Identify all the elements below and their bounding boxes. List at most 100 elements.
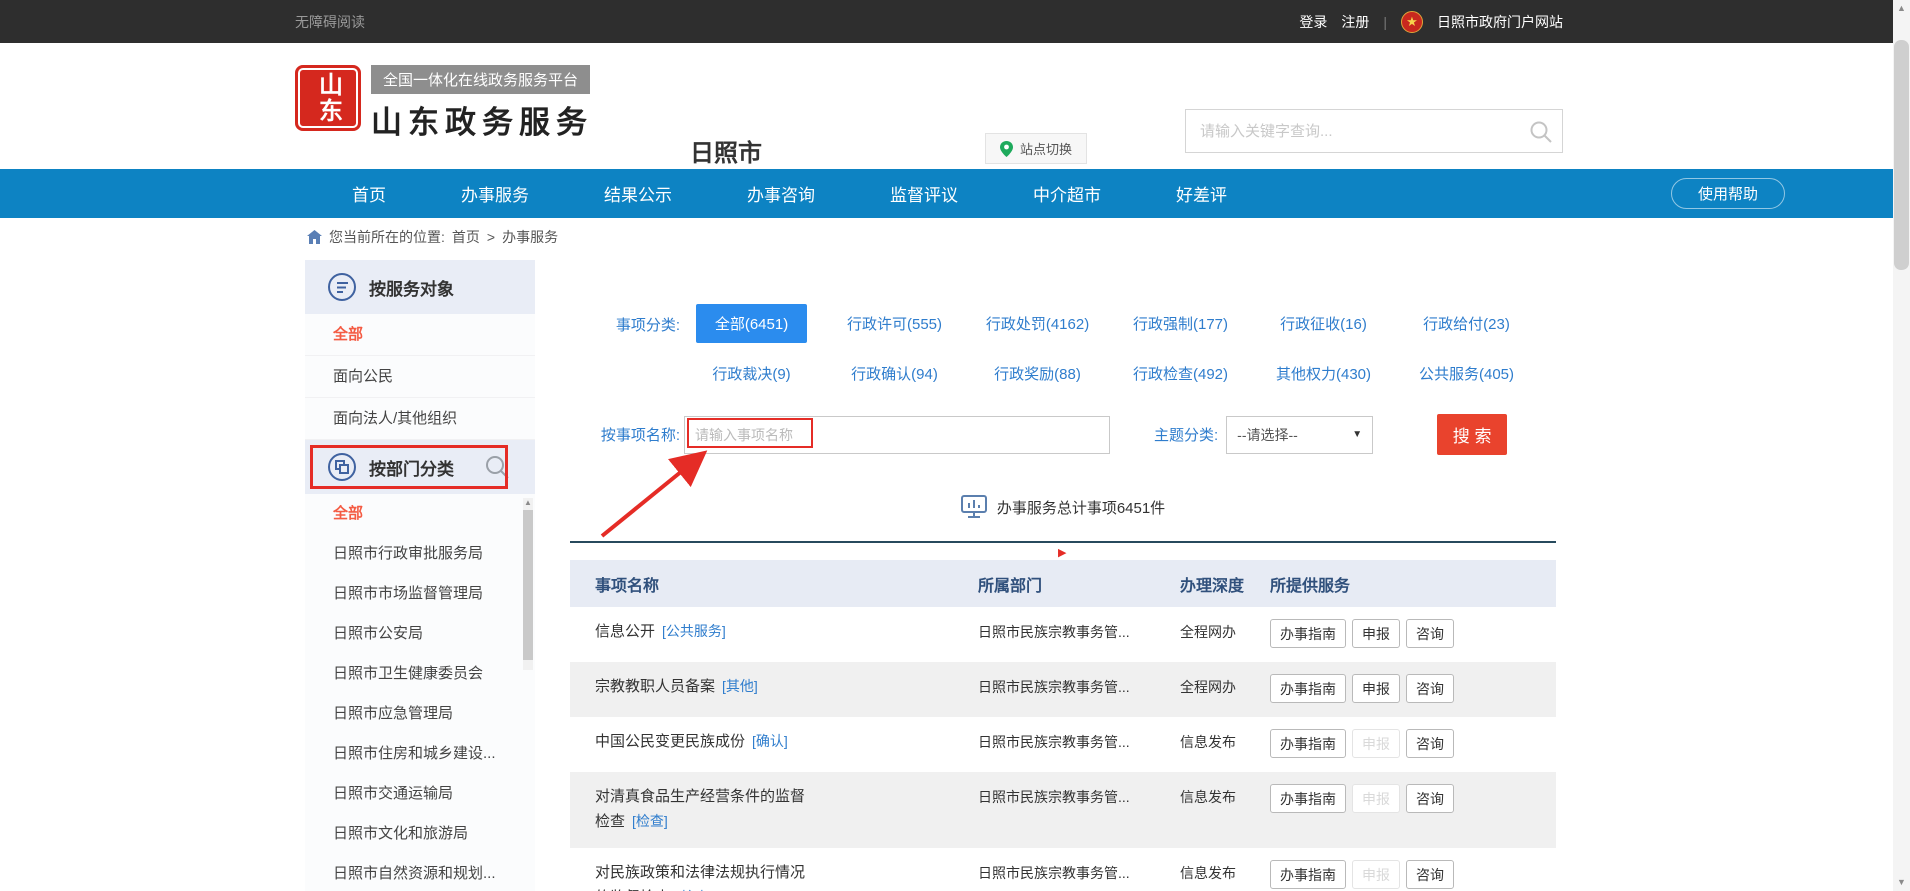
- item-name[interactable]: 对民族政策和法律法规执行情况的监督检查: [595, 864, 805, 891]
- help-button[interactable]: 使用帮助: [1671, 178, 1785, 209]
- sidebar-dept-public-security[interactable]: 日照市公安局: [305, 614, 535, 654]
- sidebar-scrollbar-thumb[interactable]: [523, 510, 533, 660]
- breadcrumb-separator: >: [487, 229, 495, 245]
- nav-agency-market[interactable]: 中介超市: [1033, 181, 1101, 206]
- chevron-down-icon: ▼: [1352, 429, 1362, 440]
- item-department: 日照市民族宗教事务管...: [978, 860, 1180, 887]
- sidebar-dept-natural-resources[interactable]: 日照市自然资源和规划...: [305, 854, 535, 891]
- apply-button[interactable]: 申报: [1352, 674, 1400, 703]
- sidebar-dept-transport[interactable]: 日照市交通运输局: [305, 774, 535, 814]
- table-row: 宗教教职人员备案[其他] 日照市民族宗教事务管... 全程网办 办事指南 申报 …: [570, 662, 1556, 717]
- section-title: 按服务对象: [369, 275, 454, 300]
- site-switch-button[interactable]: 站点切换: [985, 133, 1087, 164]
- guide-button[interactable]: 办事指南: [1270, 674, 1346, 703]
- item-name[interactable]: 宗教教职人员备案: [595, 678, 715, 695]
- category-tab-reward[interactable]: 行政奖励(88): [994, 363, 1081, 384]
- nav-services[interactable]: 办事服务: [461, 181, 529, 206]
- item-tag-link[interactable]: [其他]: [722, 678, 758, 694]
- site-header: 山东 全国一体化在线政务服务平台 山东政务服务 日照市 站点切换: [0, 43, 1893, 169]
- login-link[interactable]: 登录: [1299, 12, 1327, 32]
- department-search-icon[interactable]: [484, 454, 510, 480]
- stats-monitor-icon: [961, 495, 987, 519]
- sidebar-item-all-objects[interactable]: 全部: [305, 314, 535, 356]
- topic-selected-value: --请选择--: [1237, 425, 1298, 445]
- nav-rating[interactable]: 好差评: [1176, 181, 1227, 206]
- nav-home[interactable]: 首页: [352, 181, 386, 206]
- consult-button[interactable]: 咨询: [1406, 784, 1454, 813]
- guide-button[interactable]: 办事指南: [1270, 860, 1346, 889]
- item-name[interactable]: 对清真食品生产经营条件的监督检查: [595, 788, 805, 830]
- scroll-down-icon[interactable]: ▼: [1893, 874, 1910, 891]
- sidebar-dept-emergency-mgmt[interactable]: 日照市应急管理局: [305, 694, 535, 734]
- category-tab-payment[interactable]: 行政给付(23): [1423, 313, 1510, 334]
- apply-button-disabled[interactable]: 申报: [1352, 729, 1400, 758]
- table-header: 事项名称 所属部门 办理深度 所提供服务: [570, 560, 1556, 607]
- portal-site-link[interactable]: 日照市政府门户网站: [1437, 12, 1563, 32]
- apply-button-disabled[interactable]: 申报: [1352, 784, 1400, 813]
- page-scrollbar[interactable]: ▲ ▼: [1893, 0, 1910, 891]
- item-tag-link[interactable]: [检查]: [632, 813, 668, 829]
- category-tab-public-service[interactable]: 公共服务(405): [1419, 363, 1514, 384]
- category-tab-ruling[interactable]: 行政裁决(9): [712, 363, 790, 384]
- guide-button[interactable]: 办事指南: [1270, 729, 1346, 758]
- category-filter-row: 事项分类: 全部(6451) 行政许可(555) 行政处罚(4162) 行政强制…: [570, 304, 1556, 384]
- consult-button[interactable]: 咨询: [1406, 674, 1454, 703]
- search-button[interactable]: 搜 索: [1437, 414, 1507, 455]
- guide-button[interactable]: 办事指南: [1270, 784, 1346, 813]
- consult-button[interactable]: 咨询: [1406, 860, 1454, 889]
- sidebar-scrollbar[interactable]: ▲: [523, 498, 533, 670]
- name-search-row: 按事项名称: 主题分类: --请选择-- ▼ 搜 索: [570, 414, 1556, 455]
- category-tab-confirmation[interactable]: 行政确认(94): [851, 363, 938, 384]
- sidebar-dept-culture-tourism[interactable]: 日照市文化和旅游局: [305, 814, 535, 854]
- site-switch-label: 站点切换: [1020, 139, 1072, 158]
- sidebar-dept-all[interactable]: 全部: [305, 494, 535, 534]
- category-label: 事项分类:: [570, 304, 680, 335]
- page-scrollbar-thumb[interactable]: [1894, 40, 1909, 270]
- logo[interactable]: 山东 全国一体化在线政务服务平台 山东政务服务: [295, 65, 593, 142]
- sidebar-dept-housing-construction[interactable]: 日照市住房和城乡建设...: [305, 734, 535, 774]
- nav-supervision[interactable]: 监督评议: [890, 181, 958, 206]
- register-link[interactable]: 注册: [1341, 12, 1369, 32]
- page: 无障碍阅读 登录 注册 | ★ 日照市政府门户网站 山东 全国一体化在线政务服务…: [0, 0, 1893, 891]
- nav-results[interactable]: 结果公示: [604, 181, 672, 206]
- keyword-search-input[interactable]: [1186, 110, 1562, 152]
- consult-button[interactable]: 咨询: [1406, 729, 1454, 758]
- apply-button[interactable]: 申报: [1352, 619, 1400, 648]
- table-row: 对清真食品生产经营条件的监督检查[检查] 日照市民族宗教事务管... 信息发布 …: [570, 772, 1556, 848]
- category-tab-license[interactable]: 行政许可(555): [847, 313, 942, 334]
- scroll-up-icon[interactable]: ▲: [1893, 0, 1910, 17]
- category-tab-levy[interactable]: 行政征收(16): [1280, 313, 1367, 334]
- items-table: 事项名称 所属部门 办理深度 所提供服务 信息公开 [公共服务] 日照市民族宗教事…: [570, 560, 1556, 891]
- item-name[interactable]: 信息公开: [595, 623, 655, 640]
- sidebar-item-citizens[interactable]: 面向公民: [305, 356, 535, 398]
- item-name-input[interactable]: [684, 416, 1110, 454]
- apply-button-disabled[interactable]: 申报: [1352, 860, 1400, 889]
- scroll-up-icon[interactable]: ▲: [523, 498, 533, 508]
- category-tab-coercion[interactable]: 行政强制(177): [1133, 313, 1228, 334]
- category-tab-punishment[interactable]: 行政处罚(4162): [986, 313, 1089, 334]
- category-tab-other-power[interactable]: 其他权力(430): [1276, 363, 1371, 384]
- breadcrumb: 您当前所在的位置: 首页 > 办事服务: [0, 218, 1893, 256]
- total-stats-text: 办事服务总计事项6451件: [997, 497, 1165, 518]
- service-object-icon: [327, 272, 357, 302]
- item-tag-link[interactable]: [公共服务]: [662, 623, 726, 639]
- content: 按服务对象 全部 面向公民 面向法人/其他组织 按部门分类: [305, 260, 1591, 891]
- national-emblem-icon: ★: [1401, 11, 1423, 33]
- platform-title: 山东政务服务: [371, 97, 593, 142]
- accessibility-link[interactable]: 无障碍阅读: [295, 12, 365, 32]
- sidebar-dept-health-commission[interactable]: 日照市卫生健康委员会: [305, 654, 535, 694]
- sidebar-dept-approval-bureau[interactable]: 日照市行政审批服务局: [305, 534, 535, 574]
- item-tag-link[interactable]: [确认]: [752, 733, 788, 749]
- sidebar-dept-market-regulation[interactable]: 日照市市场监督管理局: [305, 574, 535, 614]
- item-department: 日照市民族宗教事务管...: [978, 619, 1180, 646]
- category-tab-all[interactable]: 全部(6451): [696, 304, 807, 343]
- guide-button[interactable]: 办事指南: [1270, 619, 1346, 648]
- item-name[interactable]: 中国公民变更民族成份: [595, 733, 745, 750]
- category-tab-inspection[interactable]: 行政检查(492): [1133, 363, 1228, 384]
- search-icon[interactable]: [1528, 119, 1554, 145]
- breadcrumb-home[interactable]: 首页: [452, 227, 480, 247]
- consult-button[interactable]: 咨询: [1406, 619, 1454, 648]
- sidebar-item-legal-persons[interactable]: 面向法人/其他组织: [305, 398, 535, 440]
- nav-consult[interactable]: 办事咨询: [747, 181, 815, 206]
- topic-select[interactable]: --请选择-- ▼: [1226, 416, 1373, 454]
